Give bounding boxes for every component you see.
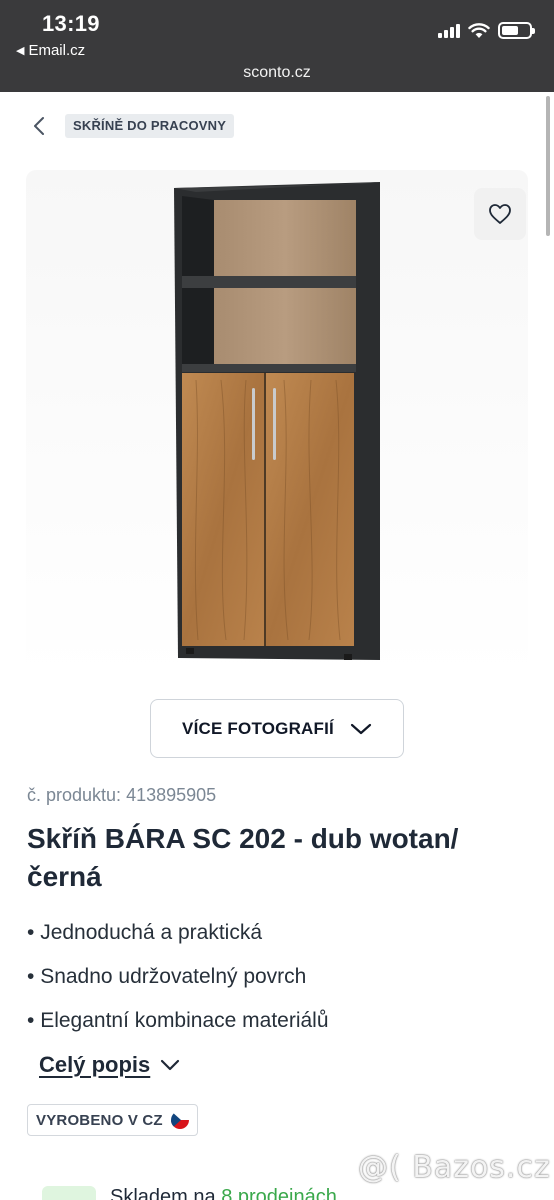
full-description-link[interactable]: Celý popis [39,1052,180,1078]
wifi-icon [468,22,490,38]
stock-stores-link[interactable]: 8 prodejnách [221,1186,337,1200]
status-icons [438,22,535,39]
battery-icon [498,22,535,39]
product-title: Skříň BÁRA SC 202 - dub wotan/ černá [27,823,459,892]
made-in-badge: VYROBENO V CZ [27,1104,198,1136]
back-app-label: Email.cz [28,42,86,59]
feature-list: Jednoduchá a praktická Snadno udržovatel… [27,918,329,1050]
heart-icon [489,204,511,224]
stock-prefix: Skladem na [110,1186,216,1200]
breadcrumb-category[interactable]: SKŘÍNĚ DO PRACOVNY [65,114,235,138]
stock-icon [42,1186,96,1200]
chevron-down-icon [350,723,372,734]
cellular-signal-icon [438,23,460,38]
back-triangle-icon: ◀ [16,45,25,57]
chevron-left-icon [34,117,44,135]
made-in-label: VYROBENO V CZ [36,1111,163,1129]
product-image [174,182,380,660]
product-number-value: 413895905 [126,785,217,805]
chevron-down-icon [161,1059,180,1071]
back-to-app-link[interactable]: ◀ Email.cz [16,42,85,59]
browser-status-bar: 13:19 ◀ Email.cz sconto.cz [0,0,554,92]
product-number: č. produktu: 413895905 [27,785,216,806]
breadcrumb-back-button[interactable] [28,114,50,138]
more-photos-button[interactable]: VÍCE FOTOGRAFIÍ [150,699,404,758]
czech-flag-icon [170,1111,189,1129]
feature-item: Jednoduchá a praktická [27,918,329,962]
page-scrollbar[interactable] [546,96,550,236]
stock-availability: Skladem na 8 prodejnách [42,1186,337,1200]
product-gallery[interactable] [26,170,528,680]
clock: 13:19 [42,11,100,36]
more-photos-label: VÍCE FOTOGRAFIÍ [182,718,334,738]
full-description-label: Celý popis [39,1052,151,1077]
address-bar-url[interactable]: sconto.cz [0,64,554,82]
feature-item: Elegantní kombinace materiálů [27,1006,328,1050]
bazos-watermark: @( Bazos.cz [358,1150,551,1185]
feature-item: Snadno udržovatelný povrch [27,962,329,1006]
product-number-label: č. produktu: [27,785,122,805]
favorite-button[interactable] [474,188,526,240]
